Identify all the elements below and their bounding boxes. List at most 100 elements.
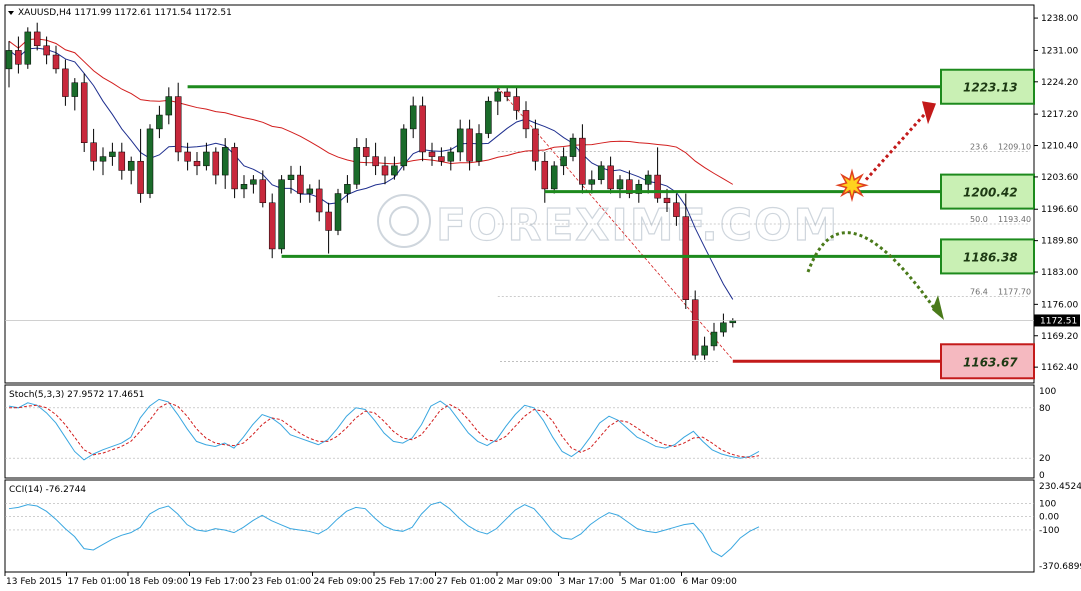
cci-tick-label: 230.4524 <box>1039 482 1081 492</box>
candle-body <box>118 151 126 171</box>
cci-tick-label: 100 <box>1039 499 1056 509</box>
candle-body <box>52 54 60 70</box>
candle-body <box>447 151 455 162</box>
fib-ratio-label: 23.6 <box>970 143 988 152</box>
stoch-pane-frame <box>4 384 1035 479</box>
stoch-tick-label: 0 <box>1039 471 1045 481</box>
candle-body <box>240 184 248 190</box>
candle-body <box>221 147 229 176</box>
candle-body <box>579 137 586 185</box>
current-price-label: 1172.51 <box>1040 316 1077 326</box>
price-tick-label: 1183.00 <box>1041 268 1078 278</box>
candle-body <box>362 147 370 157</box>
candle-body <box>720 322 727 333</box>
stoch-tick-label: 20 <box>1039 454 1051 464</box>
price-tick-label: 1169.20 <box>1041 332 1078 342</box>
candle-body <box>99 156 107 162</box>
candle-body <box>231 147 238 190</box>
candle-body <box>663 197 671 204</box>
candle-body <box>569 137 577 157</box>
candle-body <box>184 151 191 162</box>
candle-body <box>644 174 652 185</box>
candle-body <box>409 105 417 130</box>
time-tick-label: 25 Feb 17:00 <box>375 577 434 587</box>
cci-pane-frame <box>4 479 1035 573</box>
candle-body <box>550 165 558 190</box>
level-label: 1186.38 <box>963 250 1018 264</box>
price-tick-label: 1231.00 <box>1041 46 1078 56</box>
candle-body <box>438 156 445 162</box>
candle-body <box>673 202 680 217</box>
fib-value-label: 1177.70 <box>998 288 1031 297</box>
time-tick-label: 23 Feb 01:00 <box>252 577 311 587</box>
watermark-text: FOREXIMF.COM <box>436 200 839 251</box>
time-tick-label: 17 Feb 01:00 <box>68 577 127 587</box>
candle-body <box>127 160 135 171</box>
candle-body <box>353 147 361 185</box>
candle-body <box>325 211 332 231</box>
watermark-logo: FOREXIMF.COM <box>377 194 839 252</box>
breakout-burst-icon <box>835 168 869 203</box>
candle-body <box>381 165 389 176</box>
time-tick-label: 2 Mar 09:00 <box>498 577 553 587</box>
price-tick-label: 1196.60 <box>1041 205 1078 215</box>
stoch-tick-label: 100 <box>1039 387 1056 397</box>
candle-body <box>456 128 464 153</box>
candle-body <box>268 202 276 250</box>
price-pane-frame <box>4 4 1035 384</box>
candle-body <box>597 165 605 180</box>
candle-body <box>15 50 22 65</box>
trading-chart: FOREXIMF.COM 23.6 1209.10 50.0 1193.40 76.4 1… <box>4 4 1081 587</box>
candle-body <box>156 114 163 130</box>
stoch-tick-label: 80 <box>1039 404 1051 414</box>
candle-body <box>710 331 718 347</box>
level-label: 1200.42 <box>963 186 1018 200</box>
candle-body <box>287 174 295 180</box>
cci-tick-label: -370.6899 <box>1039 562 1081 572</box>
cci-tick-label: 0.00 <box>1039 513 1059 523</box>
time-tick-label: 5 Mar 01:00 <box>621 577 676 587</box>
candle-body <box>532 128 539 162</box>
chart-title: XAUUSD,H4 1171.99 1172.61 1171.54 1172.5… <box>18 8 232 18</box>
candle-body <box>513 96 520 111</box>
candle-body <box>306 188 314 194</box>
candle-body <box>607 165 614 190</box>
price-tick-label: 1203.60 <box>1041 173 1078 183</box>
candle-body <box>90 142 97 162</box>
price-tick-label: 1238.00 <box>1041 14 1078 24</box>
price-tick-label: 1210.40 <box>1041 142 1078 152</box>
price-tick-label: 1217.20 <box>1041 110 1078 120</box>
candle-body <box>616 179 624 190</box>
price-tick-label: 1189.80 <box>1041 237 1078 247</box>
candle-body <box>137 160 144 194</box>
candle-body <box>278 179 285 250</box>
candle-body <box>494 91 502 102</box>
candle-body <box>428 151 436 157</box>
candle-body <box>419 105 426 153</box>
candle-body <box>541 160 549 190</box>
candle-body <box>250 179 257 185</box>
candle-body <box>174 96 182 153</box>
time-tick-label: 19 Feb 17:00 <box>191 577 250 587</box>
candle-body <box>466 128 473 162</box>
candle-body <box>691 299 699 356</box>
candle-body <box>485 100 492 134</box>
candle-body <box>259 179 267 204</box>
candle-body <box>62 68 69 97</box>
fib-ratio-label: 76.4 <box>970 288 988 297</box>
fib-value-label: 1209.10 <box>998 143 1031 152</box>
time-tick-label: 27 Feb 01:00 <box>437 577 496 587</box>
time-tick-label: 13 Feb 2015 <box>6 577 62 587</box>
candle-body <box>400 128 408 167</box>
candle-body <box>372 156 379 167</box>
candle-body <box>33 31 41 47</box>
candle-body <box>297 174 304 194</box>
level-label: 1223.13 <box>963 81 1018 95</box>
time-tick-label: 18 Feb 09:00 <box>129 577 188 587</box>
candle-body <box>5 50 13 70</box>
candle-body <box>193 160 201 167</box>
candle-body <box>109 151 116 157</box>
candle-body <box>588 179 596 185</box>
price-tick-label: 1162.40 <box>1041 363 1078 373</box>
time-tick-label: 3 Mar 17:00 <box>560 577 615 587</box>
